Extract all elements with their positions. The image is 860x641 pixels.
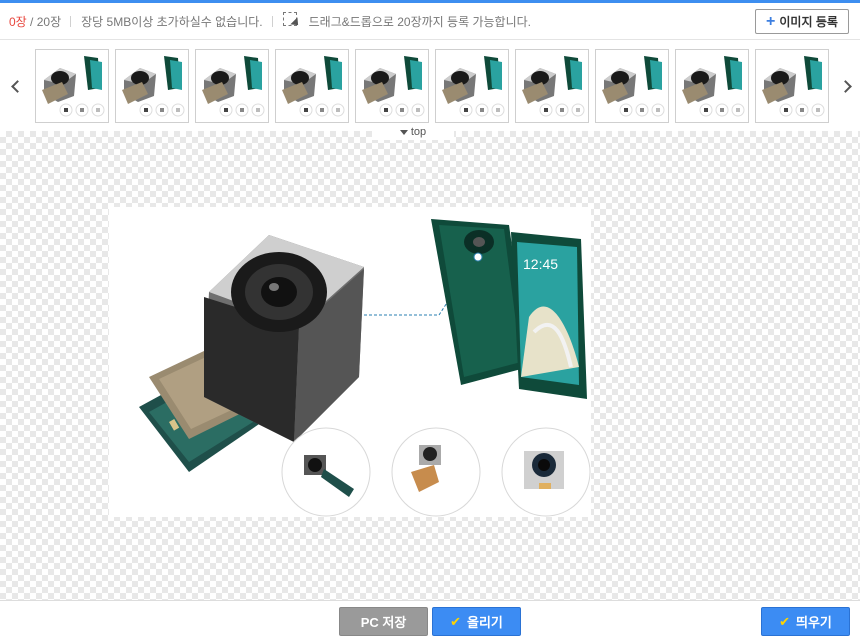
editor-canvas: 12:45 xyxy=(0,131,860,600)
image-count-total: / 20장 xyxy=(26,14,62,29)
scroll-top-label: top xyxy=(410,126,427,138)
svg-text:12:45: 12:45 xyxy=(523,256,558,272)
caret-down-icon xyxy=(399,129,408,135)
plus-icon: + xyxy=(766,12,776,30)
scroll-top-tab[interactable]: top xyxy=(372,124,454,140)
drag-drop-hint: 드래그&드롭으로 20장까지 등록 가능합니다. xyxy=(308,14,532,29)
size-limit-hint: 장당 5MB이상 초가하실수 없습니다. xyxy=(81,14,263,29)
thumbnail-item[interactable] xyxy=(115,49,189,123)
drag-drop-icon xyxy=(282,12,302,30)
divider xyxy=(70,15,72,27)
thumbnail-item[interactable] xyxy=(755,49,829,123)
check-icon: ✔ xyxy=(779,613,790,629)
thumbnail-item[interactable] xyxy=(515,49,589,123)
next-arrow-icon[interactable] xyxy=(838,75,852,97)
divider xyxy=(271,15,273,27)
float-button[interactable]: ✔ 띄우기 xyxy=(761,607,850,636)
thumbnail-strip xyxy=(0,41,860,131)
image-count: 0장 / 20장 xyxy=(9,13,61,30)
check-icon: ✔ xyxy=(450,613,461,629)
upload-label: 올리기 xyxy=(467,615,503,630)
thumbnail-item[interactable] xyxy=(595,49,669,123)
thumbnail-item[interactable] xyxy=(355,49,429,123)
float-label: 띄우기 xyxy=(796,615,832,630)
thumbnail-item[interactable] xyxy=(35,49,109,123)
save-to-pc-button[interactable]: PC 저장 xyxy=(339,607,428,636)
save-to-pc-label: PC 저장 xyxy=(360,615,407,630)
thumbnail-item[interactable] xyxy=(275,49,349,123)
camera-module-illustration: 12:45 xyxy=(139,219,591,517)
upload-button[interactable]: ✔ 올리기 xyxy=(432,607,521,636)
prev-arrow-icon[interactable] xyxy=(10,75,24,97)
register-image-label: 이미지 등록 xyxy=(779,15,838,29)
image-count-current: 0장 xyxy=(9,14,27,29)
thumbnail-item[interactable] xyxy=(435,49,509,123)
main-product-image: 12:45 xyxy=(109,207,591,517)
register-image-button[interactable]: + 이미지 등록 xyxy=(755,9,849,34)
thumbnail-item[interactable] xyxy=(675,49,749,123)
action-footer: PC 저장 ✔ 올리기 ✔ 띄우기 xyxy=(0,600,860,641)
thumbnail-item[interactable] xyxy=(195,49,269,123)
upload-header: 0장 / 20장 장당 5MB이상 초가하실수 없습니다. 드래그&드롭으로 2… xyxy=(0,3,860,40)
